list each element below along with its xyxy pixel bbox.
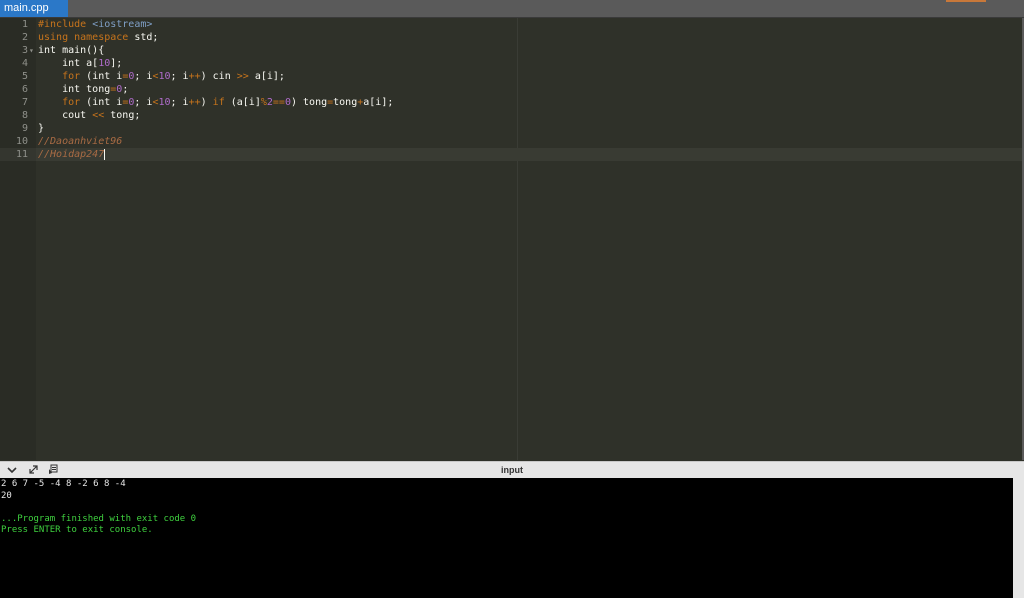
- code-token: ; i: [134, 97, 153, 108]
- code-token: >>: [236, 71, 249, 82]
- code-line[interactable]: 6 int tong=0;: [0, 83, 1000, 96]
- line-number: 2: [21, 32, 28, 43]
- code-line[interactable]: 7 for (int i=0; i<10; i++) if (a[i]%2==0…: [0, 96, 1000, 109]
- code-line[interactable]: 9}: [0, 122, 1000, 135]
- code-line[interactable]: 10 //Daoanhviet96: [0, 135, 1000, 148]
- code-text: using namespace std;: [38, 31, 158, 44]
- code-token: #include: [38, 19, 93, 30]
- code-token: ++: [188, 71, 201, 82]
- code-token: a[i];: [248, 71, 285, 82]
- code-token: (int i: [80, 97, 123, 108]
- code-token: 10: [158, 71, 171, 82]
- code-token: ; i: [170, 97, 189, 108]
- code-text: //Hoidap247: [38, 148, 106, 161]
- code-token: ==: [272, 97, 285, 108]
- code-text: }: [38, 122, 44, 135]
- code-line[interactable]: 4 int a[10];: [0, 57, 1000, 70]
- code-token: 10: [158, 97, 171, 108]
- line-number: 6: [21, 84, 28, 95]
- code-token: }: [38, 123, 45, 134]
- code-token: tong;: [104, 110, 141, 121]
- code-token: ) tong: [290, 97, 328, 108]
- line-number: 1: [21, 19, 28, 30]
- console-line: 2 6 7 -5 -4 8 -2 6 8 -4: [1, 479, 126, 489]
- code-token: tong: [333, 97, 358, 108]
- code-token: a[i];: [363, 97, 394, 108]
- line-number: 4: [21, 58, 28, 69]
- code-token: int a[: [38, 58, 99, 69]
- code-token: ; i: [170, 71, 189, 82]
- code-token: if: [212, 97, 225, 108]
- tab-main-cpp[interactable]: main.cpp: [0, 0, 68, 17]
- code-line[interactable]: 8 cout << tong;: [0, 109, 1000, 122]
- code-text: int tong=0;: [38, 83, 128, 96]
- code-text: for (int i=0; i<10; i++) cin >> a[i];: [38, 70, 285, 83]
- code-line[interactable]: 2 using namespace std;: [0, 31, 1000, 44]
- code-token: ): [200, 97, 213, 108]
- code-text: int main(){: [38, 44, 104, 57]
- console-line: 20: [1, 490, 12, 501]
- code-token: using namespace: [38, 32, 135, 43]
- line-number: 10: [15, 136, 28, 147]
- console-header: input: [0, 461, 1024, 479]
- code-editor[interactable]: 1 #include <iostream> 2 using namespace std…: [0, 18, 1024, 460]
- code-text: //Daoanhviet96: [38, 135, 122, 148]
- code-token: ++: [188, 97, 201, 108]
- code-token: 10: [98, 58, 111, 69]
- code-token: (a[i]: [224, 97, 261, 108]
- code-text: cout << tong;: [38, 109, 140, 122]
- code-token: ) cin: [200, 71, 237, 82]
- line-number: 8: [21, 110, 28, 121]
- code-line[interactable]: 1 #include <iostream>: [0, 18, 1000, 31]
- code-token: int tong: [38, 84, 111, 95]
- code-token: <<: [92, 110, 105, 121]
- code-token: ;: [122, 84, 129, 95]
- fold-toggle-icon[interactable]: ▾: [29, 44, 35, 57]
- line-number: 9: [21, 123, 28, 134]
- console-line: Press ENTER to exit console.: [1, 525, 153, 535]
- code-token: for: [62, 71, 81, 82]
- code-text: #include <iostream>: [38, 18, 152, 31]
- code-token: std;: [134, 32, 159, 43]
- code-token: //Daoanhviet96: [38, 136, 123, 147]
- console-line: ...Program finished with exit code 0: [1, 513, 197, 524]
- code-token: ; i: [134, 71, 153, 82]
- code-token: cout: [38, 110, 93, 121]
- code-text: int a[10];: [38, 57, 122, 70]
- code-token: //Hoidap247: [38, 149, 105, 160]
- line-number: 3: [21, 45, 28, 56]
- code-token: <iostream>: [92, 19, 153, 30]
- line-number: 11: [15, 149, 28, 160]
- console-output[interactable]: 2 6 7 -5 -4 8 -2 6 8 -4 20 ...Program fini…: [0, 478, 1013, 598]
- code-token: (int i: [80, 71, 123, 82]
- line-number: 5: [21, 71, 28, 82]
- console-scrollbar[interactable]: [1013, 478, 1024, 598]
- text-cursor: [104, 148, 106, 160]
- tabbar-accent: [946, 0, 986, 2]
- tab-bar: main.cpp: [0, 0, 1024, 18]
- code-token: int main(){: [38, 45, 105, 56]
- console-title: input: [501, 465, 523, 475]
- code-token: ];: [110, 58, 123, 69]
- code-text: for (int i=0; i<10; i++) if (a[i]%2==0) …: [38, 96, 393, 109]
- code-line[interactable]: 3 ▾ int main(){: [0, 44, 1000, 57]
- code-line[interactable]: 11 //Hoidap247: [0, 148, 1000, 161]
- line-number: 7: [21, 97, 28, 108]
- code-line[interactable]: 5 for (int i=0; i<10; i++) cin >> a[i];: [0, 70, 1000, 83]
- code-token: for: [62, 97, 81, 108]
